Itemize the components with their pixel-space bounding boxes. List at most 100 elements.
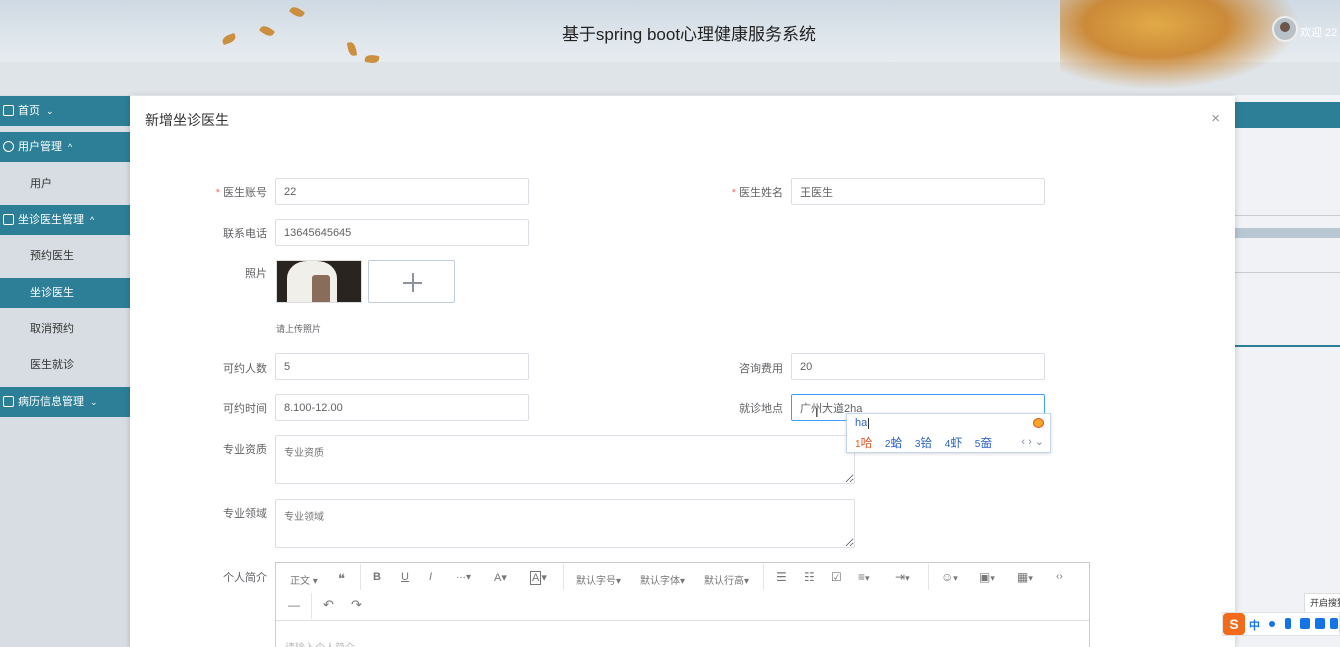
- text-cursor-icon: I: [815, 405, 819, 420]
- close-icon[interactable]: ×: [1211, 110, 1220, 127]
- quote-icon[interactable]: ❝: [338, 571, 345, 587]
- chevron-up-icon: ^: [68, 142, 73, 152]
- account-label-text: 医生账号: [223, 187, 267, 199]
- sidebar-item-label: 用户管理: [18, 141, 62, 153]
- sidebar-item-label: 用户: [30, 178, 52, 190]
- sidebar-item-label: 预约医生: [30, 250, 74, 262]
- sidebar-item-records-management[interactable]: 病历信息管理 ⌄: [0, 387, 131, 417]
- photo-label: 照片: [245, 268, 267, 280]
- punctuation-icon[interactable]: [1269, 621, 1275, 627]
- microphone-icon[interactable]: [1285, 618, 1291, 629]
- welcome-text: 欢迎 22: [1300, 27, 1338, 39]
- redo-icon[interactable]: ↷: [351, 597, 362, 613]
- ime-page-nav[interactable]: ‹ › ⌄: [1021, 435, 1044, 448]
- intro-label: 个人简介: [223, 572, 267, 584]
- name-label-text: 医生姓名: [739, 187, 783, 199]
- qualification-textarea[interactable]: [275, 435, 855, 484]
- ime-candidate[interactable]: 3铪: [915, 436, 933, 450]
- ime-composition: ha: [855, 417, 870, 429]
- ime-toolbar: S 中: [1222, 612, 1340, 636]
- name-label: * 医生姓名: [683, 184, 783, 200]
- sidebar-item-home[interactable]: 首页 ⌄: [0, 96, 131, 126]
- capacity-label: 可约人数: [223, 363, 267, 375]
- sidebar-item-user-management[interactable]: 用户管理 ^: [0, 132, 131, 162]
- sidebar-item-label: 医生就诊: [30, 359, 74, 371]
- todo-icon[interactable]: ☑: [831, 570, 842, 584]
- divider: [1235, 272, 1340, 273]
- editor-placeholder[interactable]: 请输入个人简介: [285, 639, 355, 647]
- sidebar-item-consulting-doctor[interactable]: 坐诊医生: [0, 278, 131, 308]
- divider-icon[interactable]: —: [288, 598, 300, 612]
- emoji-icon[interactable]: ☺▾: [941, 570, 958, 584]
- upload-photo-button[interactable]: [368, 260, 455, 303]
- account-label: * 医生账号: [167, 184, 267, 200]
- font-family-select[interactable]: 默认字体▾: [640, 572, 685, 587]
- ime-logo-icon: [1033, 418, 1044, 428]
- account-input[interactable]: [275, 178, 529, 205]
- time-input[interactable]: [275, 394, 529, 421]
- phone-input[interactable]: [275, 219, 529, 246]
- page-header-strip: [1235, 102, 1340, 128]
- phone-label: 联系电话: [223, 228, 267, 240]
- ime-tooltip: 开启搜狗: [1304, 593, 1340, 613]
- sidebar-item-doctor-visit[interactable]: 医生就诊: [0, 350, 131, 380]
- ime-candidates: 1哈 2蛤 3铪 4虾 5奤: [855, 434, 1001, 451]
- caret-icon: ▾: [312, 576, 318, 587]
- leaf-decoration: [288, 4, 306, 20]
- font-color-icon[interactable]: A▾: [494, 571, 507, 584]
- line-height-select[interactable]: 默认行高▾: [704, 572, 749, 587]
- photo-thumbnail[interactable]: [276, 260, 362, 303]
- paragraph-select[interactable]: 正文 ▾: [290, 572, 318, 587]
- editor-toolbar: 正文 ▾ ❝ B U I ···▾ A▾ A ▾ 默认字号▾ 默认字体▾ 默认行高…: [276, 563, 1089, 621]
- toolbox-icon[interactable]: [1330, 618, 1338, 629]
- qualification-label: 专业资质: [223, 444, 267, 456]
- home-icon: [3, 105, 14, 116]
- ime-candidate-popup: ha 1哈 2蛤 3铪 4虾 5奤 ‹ › ⌄: [846, 413, 1051, 453]
- undo-icon[interactable]: ↶: [323, 597, 334, 613]
- name-input[interactable]: [791, 178, 1045, 205]
- sidebar-item-label: 坐诊医生管理: [18, 214, 84, 226]
- skin-icon[interactable]: [1315, 618, 1325, 629]
- numbered-list-icon[interactable]: ☷: [804, 570, 815, 584]
- image-icon[interactable]: ▣▾: [979, 570, 995, 584]
- time-label: 可约时间: [223, 403, 267, 415]
- sogou-logo-icon[interactable]: S: [1223, 613, 1245, 635]
- italic-icon[interactable]: I: [429, 571, 432, 583]
- bullet-list-icon[interactable]: ☰: [776, 570, 787, 584]
- background-color-icon[interactable]: A ▾: [530, 571, 547, 585]
- bold-icon[interactable]: B: [373, 571, 381, 583]
- chinese-mode-toggle[interactable]: 中: [1249, 617, 1260, 633]
- sidebar-item-book-doctor[interactable]: 预约医生: [0, 241, 131, 271]
- sidebar-item-label: 取消预约: [30, 323, 74, 335]
- specialty-textarea[interactable]: [275, 499, 855, 548]
- user-avatar[interactable]: [1272, 16, 1298, 42]
- keyboard-icon[interactable]: [1300, 618, 1310, 629]
- table-icon[interactable]: ▦▾: [1017, 570, 1033, 584]
- sidebar-item-doctor-management[interactable]: 坐诊医生管理 ^: [0, 205, 131, 235]
- ime-candidate[interactable]: 5奤: [975, 436, 993, 450]
- underline-icon[interactable]: U: [401, 571, 409, 583]
- sidebar-item-cancel-booking[interactable]: 取消预约: [0, 314, 131, 344]
- fee-input[interactable]: [791, 353, 1045, 380]
- ime-candidate[interactable]: 4虾: [945, 436, 963, 450]
- sidebar-item-users[interactable]: 用户: [0, 169, 131, 199]
- sidebar-item-label: 坐诊医生: [30, 287, 74, 299]
- specialty-label: 专业领域: [223, 508, 267, 520]
- ime-candidate[interactable]: 2蛤: [885, 436, 903, 450]
- more-style-icon[interactable]: ···▾: [456, 572, 471, 583]
- indent-icon[interactable]: ⇥▾: [895, 570, 910, 584]
- code-icon[interactable]: ‹›: [1056, 571, 1063, 582]
- align-icon[interactable]: ≡▾: [858, 570, 870, 584]
- capacity-input[interactable]: [275, 353, 529, 380]
- sidebar-item-label: 病历信息管理: [18, 396, 84, 408]
- required-mark: *: [215, 187, 220, 199]
- rich-text-editor: 正文 ▾ ❝ B U I ···▾ A▾ A ▾ 默认字号▾ 默认字体▾ 默认行高…: [275, 562, 1090, 647]
- sidebar: 首页 ⌄ 用户管理 ^ 用户 坐诊医生管理 ^ 预约医生 坐诊医生 取消预约 医生就诊…: [0, 95, 131, 647]
- font-size-select[interactable]: 默认字号▾: [576, 572, 621, 587]
- ime-candidate[interactable]: 1哈: [855, 436, 873, 450]
- fee-label: 咨询费用: [739, 363, 783, 375]
- required-mark: *: [731, 187, 736, 199]
- photo-hint: 请上传照片: [276, 324, 322, 334]
- user-icon: [3, 141, 14, 152]
- briefcase-icon: [3, 214, 14, 225]
